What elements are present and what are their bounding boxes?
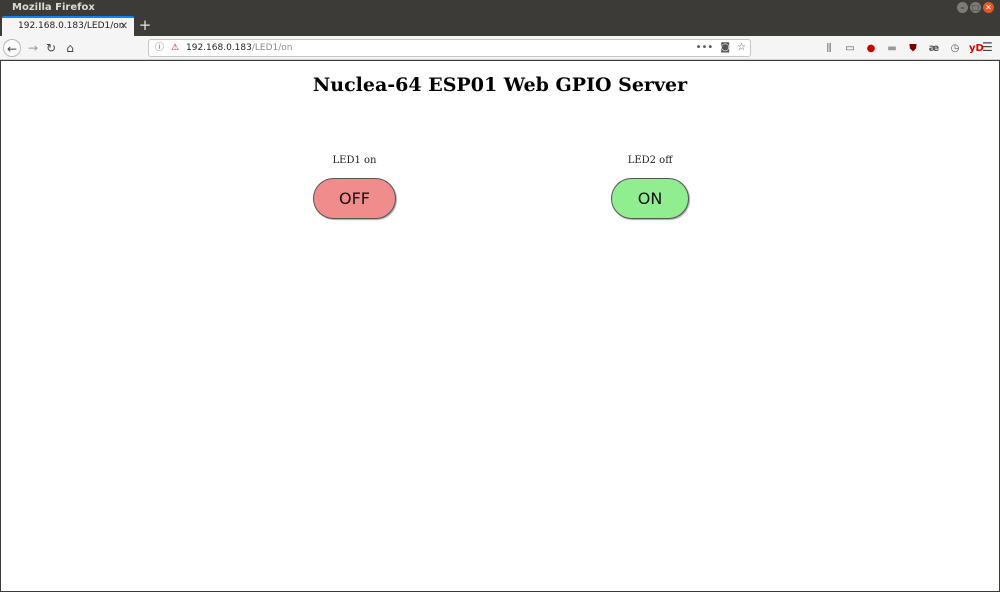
url-actions: ••• ◙ ☆ <box>696 40 746 56</box>
led2-toggle-button[interactable]: ON <box>611 178 689 219</box>
back-icon[interactable]: ← <box>3 39 21 57</box>
led1-status-label: LED1 on <box>332 155 377 166</box>
url-path: /LED1/on <box>251 43 293 53</box>
url-bar[interactable]: ⓘ ⚠ 192.168.0.183/LED1/on ••• ◙ ☆ <box>148 39 751 57</box>
reload-icon[interactable]: ↻ <box>42 39 60 57</box>
url-host: 192.168.0.183 <box>186 43 252 53</box>
tab-title: 192.168.0.183/LED1/on <box>18 21 125 31</box>
hamburger-menu-icon[interactable]: ☰ <box>982 40 993 54</box>
library-icon[interactable]: ⫼ <box>822 43 836 54</box>
page-actions-icon[interactable]: ••• <box>696 40 714 56</box>
page-title: Nuclea-64 ESP01 Web GPIO Server <box>312 74 688 96</box>
bookmark-star-icon[interactable]: ☆ <box>737 40 746 56</box>
timer-extension-icon[interactable]: ◷ <box>948 43 962 54</box>
forward-icon[interactable]: → <box>24 39 42 57</box>
close-window-button[interactable]: ✕ <box>983 2 994 13</box>
ae-extension-icon[interactable]: æ <box>927 43 941 54</box>
info-icon[interactable]: ⓘ <box>155 40 164 56</box>
window-title-bar: Mozilla Firefox – □ ✕ <box>0 0 1000 16</box>
led2-status-label: LED2 off <box>627 155 673 166</box>
yd-extension-icon[interactable]: yD <box>969 43 984 54</box>
minimize-button[interactable]: – <box>957 2 968 13</box>
led1-toggle-button[interactable]: OFF <box>313 178 396 219</box>
sidebar-icon[interactable]: ▭ <box>843 43 857 54</box>
extension-red-icon[interactable]: ● <box>864 43 878 54</box>
tab-close-icon[interactable]: ✕ <box>120 18 128 35</box>
pocket-icon[interactable]: ◙ <box>720 40 730 56</box>
ublock-shield-icon[interactable]: ⛊ <box>906 43 920 54</box>
home-icon[interactable]: ⌂ <box>61 39 79 57</box>
tab-strip: 192.168.0.183/LED1/on ✕ + <box>0 16 1000 36</box>
page-content: Nuclea-64 ESP01 Web GPIO Server LED1 on … <box>1 61 999 591</box>
window-title: Mozilla Firefox <box>12 2 95 13</box>
navigation-bar: ← → ↻ ⌂ ⓘ ⚠ 192.168.0.183/LED1/on ••• ◙ … <box>0 36 1000 60</box>
toolbar-icons: ⫼ ▭ ● ▬ ⛊ æ ◷ yD <box>822 39 984 57</box>
insecure-lock-icon[interactable]: ⚠ <box>171 40 179 56</box>
url-text[interactable]: 192.168.0.183/LED1/on <box>186 40 292 56</box>
maximize-button[interactable]: □ <box>970 2 981 13</box>
window-controls: – □ ✕ <box>957 2 994 13</box>
tab-active[interactable]: 192.168.0.183/LED1/on ✕ <box>2 16 134 36</box>
extension-gray-icon[interactable]: ▬ <box>885 43 899 54</box>
new-tab-button[interactable]: + <box>138 16 152 36</box>
